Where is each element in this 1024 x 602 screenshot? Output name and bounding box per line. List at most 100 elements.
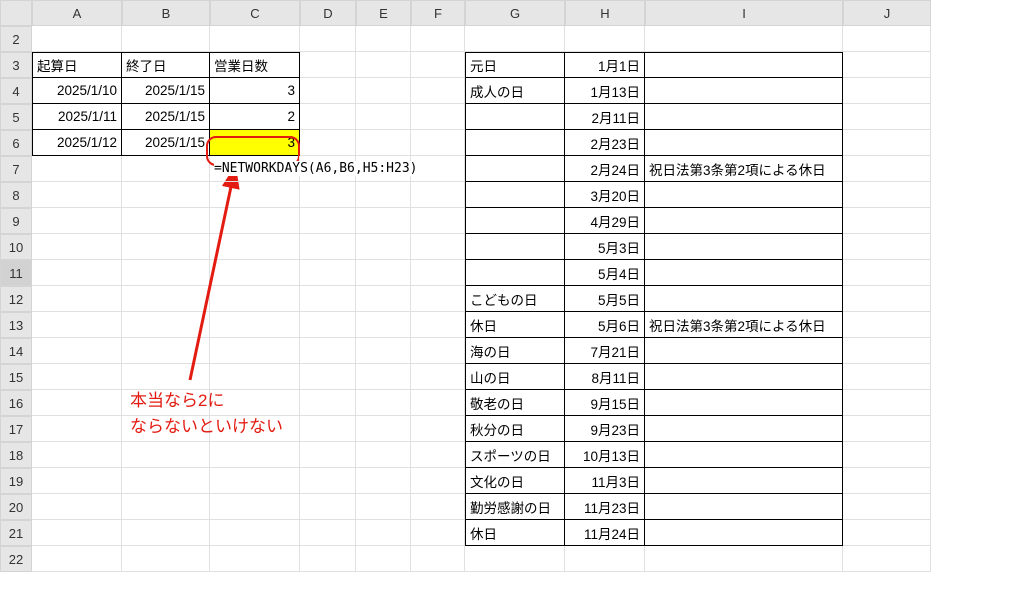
cell-B12[interactable] [122,286,210,312]
cell-I6[interactable] [645,130,843,156]
cell-G15[interactable]: 山の日 [465,364,565,390]
cell-H4[interactable]: 1月13日 [565,78,645,104]
cell-C6[interactable]: 3 [210,130,300,156]
cell-F20[interactable] [411,494,465,520]
cell-G18[interactable]: スポーツの日 [465,442,565,468]
cell-G20[interactable]: 勤労感謝の日 [465,494,565,520]
cell-B14[interactable] [122,338,210,364]
cell-I8[interactable] [645,182,843,208]
cell-H10[interactable]: 5月3日 [565,234,645,260]
cell-E14[interactable] [356,338,411,364]
cell-B18[interactable] [122,442,210,468]
cell-B7[interactable] [122,156,210,182]
row-header-12[interactable]: 12 [0,286,32,312]
cell-H20[interactable]: 11月23日 [565,494,645,520]
cell-D15[interactable] [300,364,356,390]
cell-C5[interactable]: 2 [210,104,300,130]
cell-A14[interactable] [32,338,122,364]
cell-F10[interactable] [411,234,465,260]
cell-A13[interactable] [32,312,122,338]
cell-D20[interactable] [300,494,356,520]
cell-F22[interactable] [411,546,465,572]
cell-J4[interactable] [843,78,931,104]
cell-I20[interactable] [645,494,843,520]
cell-C8[interactable] [210,182,300,208]
col-header-I[interactable]: I [645,0,843,26]
cell-J16[interactable] [843,390,931,416]
row-header-15[interactable]: 15 [0,364,32,390]
cell-B8[interactable] [122,182,210,208]
cell-A18[interactable] [32,442,122,468]
row-header-18[interactable]: 18 [0,442,32,468]
cell-B4[interactable]: 2025/1/15 [122,78,210,104]
cell-F14[interactable] [411,338,465,364]
cell-H17[interactable]: 9月23日 [565,416,645,442]
cell-H2[interactable] [565,26,645,52]
cell-I14[interactable] [645,338,843,364]
cell-A12[interactable] [32,286,122,312]
cell-I21[interactable] [645,520,843,546]
col-header-E[interactable]: E [356,0,411,26]
cell-F5[interactable] [411,104,465,130]
cell-E20[interactable] [356,494,411,520]
cell-C19[interactable] [210,468,300,494]
cell-J22[interactable] [843,546,931,572]
cell-E19[interactable] [356,468,411,494]
cell-B15[interactable] [122,364,210,390]
cell-F9[interactable] [411,208,465,234]
cell-F15[interactable] [411,364,465,390]
cell-J5[interactable] [843,104,931,130]
cell-G3[interactable]: 元日 [465,52,565,78]
cell-E3[interactable] [356,52,411,78]
cell-I13[interactable]: 祝日法第3条第2項による休日 [645,312,843,338]
cell-A19[interactable] [32,468,122,494]
cell-A11[interactable] [32,260,122,286]
cell-B21[interactable] [122,520,210,546]
cell-H19[interactable]: 11月3日 [565,468,645,494]
row-header-17[interactable]: 17 [0,416,32,442]
row-header-11[interactable]: 11 [0,260,32,286]
cell-C15[interactable] [210,364,300,390]
cell-F12[interactable] [411,286,465,312]
cell-B20[interactable] [122,494,210,520]
cell-J13[interactable] [843,312,931,338]
row-header-10[interactable]: 10 [0,234,32,260]
cell-A5[interactable]: 2025/1/11 [32,104,122,130]
cell-J15[interactable] [843,364,931,390]
cell-C18[interactable] [210,442,300,468]
cell-I15[interactable] [645,364,843,390]
cell-I22[interactable] [645,546,843,572]
col-header-A[interactable]: A [32,0,122,26]
cell-E9[interactable] [356,208,411,234]
row-header-16[interactable]: 16 [0,390,32,416]
cell-A7[interactable] [32,156,122,182]
cell-J3[interactable] [843,52,931,78]
cell-G13[interactable]: 休日 [465,312,565,338]
cell-J8[interactable] [843,182,931,208]
col-header-C[interactable]: C [210,0,300,26]
cell-F3[interactable] [411,52,465,78]
cell-J9[interactable] [843,208,931,234]
cell-H15[interactable]: 8月11日 [565,364,645,390]
cell-H6[interactable]: 2月23日 [565,130,645,156]
cell-B6[interactable]: 2025/1/15 [122,130,210,156]
cell-D6[interactable] [300,130,356,156]
cell-F17[interactable] [411,416,465,442]
cell-E17[interactable] [356,416,411,442]
cell-B5[interactable]: 2025/1/15 [122,104,210,130]
cell-F16[interactable] [411,390,465,416]
cell-F21[interactable] [411,520,465,546]
cell-H5[interactable]: 2月11日 [565,104,645,130]
cell-H3[interactable]: 1月1日 [565,52,645,78]
cell-G22[interactable] [465,546,565,572]
cell-A15[interactable] [32,364,122,390]
cell-F7[interactable] [411,156,465,182]
row-header-19[interactable]: 19 [0,468,32,494]
cell-H12[interactable]: 5月5日 [565,286,645,312]
row-header-21[interactable]: 21 [0,520,32,546]
cell-I7[interactable]: 祝日法第3条第2項による休日 [645,156,843,182]
cell-C14[interactable] [210,338,300,364]
cell-I4[interactable] [645,78,843,104]
cell-H18[interactable]: 10月13日 [565,442,645,468]
cell-B22[interactable] [122,546,210,572]
